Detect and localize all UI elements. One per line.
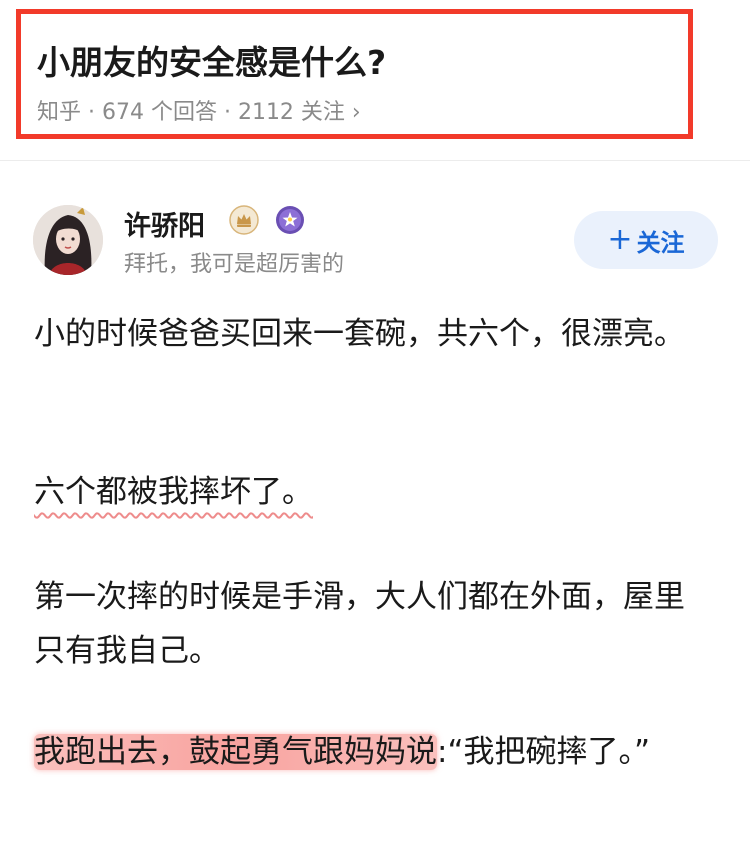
- crown-badge-icon[interactable]: [229, 205, 259, 235]
- avatar[interactable]: [33, 205, 103, 275]
- divider: [0, 160, 750, 161]
- answer-paragraph-4: 我跑出去，鼓起勇气跟妈妈说:“我把碗摔了。”: [34, 725, 704, 779]
- answer-paragraph-3: 第一次摔的时候是手滑，大人们都在外面，屋里只有我自己。: [34, 579, 685, 669]
- avatar-image: [33, 205, 103, 275]
- author-name[interactable]: 许骄阳: [124, 204, 205, 243]
- answer-paragraph-2: 六个都被我摔坏了。: [34, 465, 704, 519]
- question-title[interactable]: 小朋友的安全感是什么?: [37, 36, 386, 84]
- follow-button[interactable]: + 关注: [574, 211, 718, 269]
- answer-paragraph-1: 小的时候爸爸买回来一套碗，共六个，很漂亮。: [34, 316, 685, 352]
- star-badge-icon[interactable]: [275, 205, 305, 235]
- plus-icon: +: [607, 222, 633, 257]
- follow-label: 关注: [636, 228, 685, 257]
- question-meta[interactable]: 知乎 · 674 个回答 · 2112 关注 ›: [37, 94, 361, 126]
- wavy-underlined-text: 六个都被我摔坏了。: [34, 474, 313, 510]
- highlighted-text: 我跑出去，鼓起勇气跟妈妈说: [34, 734, 437, 770]
- author-bio: 拜托，我可是超厉害的: [124, 252, 345, 277]
- answer-quote-text: :“我把碗摔了。”: [437, 734, 651, 770]
- question-card[interactable]: 小朋友的安全感是什么? 知乎 · 674 个回答 · 2112 关注 ›: [16, 9, 693, 139]
